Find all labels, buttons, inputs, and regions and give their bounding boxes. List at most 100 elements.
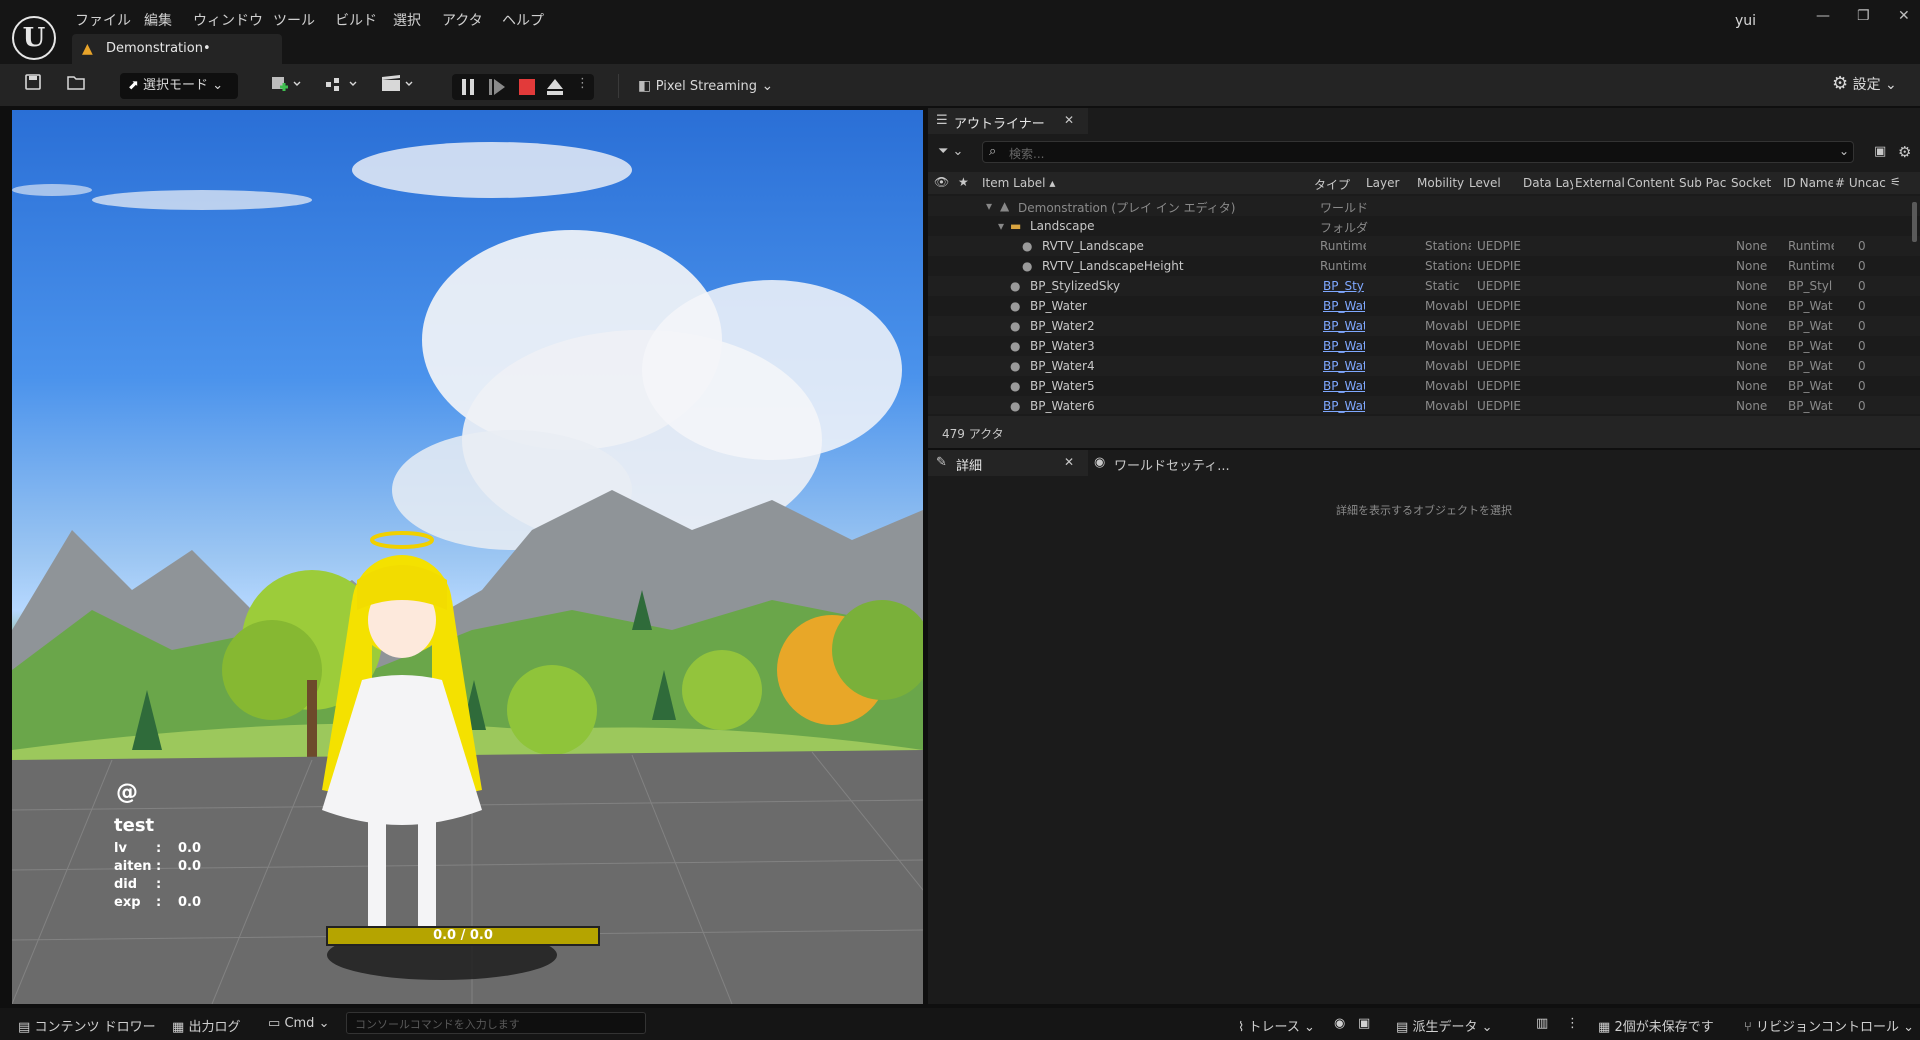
close-icon[interactable]: ✕ bbox=[1898, 8, 1910, 24]
row-type-link[interactable]: BP_Wat bbox=[1323, 379, 1365, 393]
chevron-down-icon: ⌄ bbox=[1885, 77, 1897, 93]
outliner-row[interactable]: ▾ ▲ Demonstration (プレイ イン エディタ) ワールド bbox=[928, 196, 1920, 216]
row-id-name: BP_Wat bbox=[1788, 299, 1833, 313]
status-bar: ▤ コンテンツ ドロワー ▦ 出力ログ ▭ Cmd ⌄ コンソールコマンドを入力… bbox=[0, 1008, 1920, 1040]
row-mobility: Stationa bbox=[1425, 239, 1471, 253]
unreal-logo-icon[interactable]: U bbox=[12, 16, 56, 60]
content-browser-icon[interactable] bbox=[66, 73, 86, 99]
column-layer[interactable]: Layer bbox=[1366, 176, 1399, 190]
menu-edit[interactable]: 編集 bbox=[144, 10, 172, 30]
step-frame-icon[interactable] bbox=[488, 78, 506, 100]
eject-icon[interactable] bbox=[546, 78, 564, 100]
screenshot-icon[interactable]: ▣ bbox=[1358, 1016, 1370, 1031]
add-folder-icon[interactable]: ▣ bbox=[1874, 144, 1886, 159]
row-type-link[interactable]: BP_Sty bbox=[1323, 279, 1365, 293]
column-data-layer[interactable]: Data Lay bbox=[1523, 176, 1573, 190]
outliner-row[interactable]: ● BP_Water3 BP_Wat Movabl UEDPIE None BP… bbox=[928, 336, 1920, 356]
stop-icon[interactable] bbox=[518, 78, 536, 100]
unsaved-button[interactable]: ▦ 2個が未保存です bbox=[1598, 1016, 1714, 1035]
stats-icon[interactable]: ▥ bbox=[1536, 1016, 1548, 1031]
cmd-selector[interactable]: ▭ Cmd ⌄ bbox=[268, 1016, 329, 1031]
menu-select[interactable]: 選択 bbox=[393, 10, 421, 30]
content-drawer-button[interactable]: ▤ コンテンツ ドロワー bbox=[18, 1016, 156, 1035]
column-sub-package[interactable]: Sub Pac bbox=[1679, 176, 1729, 190]
outliner-row[interactable]: ● BP_Water4 BP_Wat Movabl UEDPIE None BP… bbox=[928, 356, 1920, 376]
save-icon[interactable] bbox=[24, 73, 42, 99]
column-type[interactable]: タイプ bbox=[1314, 176, 1350, 193]
level-viewport[interactable]: @ test lv:0.0 aiten:0.0 did: exp:0.0 0.0… bbox=[12, 110, 923, 1004]
mode-select-button[interactable]: ⬈ 選択モード ⌄ bbox=[120, 73, 238, 99]
revision-control-button[interactable]: ⑂ リビジョンコントロール ⌄ bbox=[1744, 1016, 1914, 1035]
row-socket: None bbox=[1736, 359, 1768, 373]
add-actor-button[interactable] bbox=[270, 73, 302, 99]
folder-icon: ▬ bbox=[1010, 219, 1022, 233]
column-item-label[interactable]: Item Label ▴ bbox=[982, 176, 1055, 190]
outliner-row[interactable]: ● BP_Water6 BP_Wat Movabl UEDPIE None BP… bbox=[928, 396, 1920, 414]
outliner-row[interactable]: ● RVTV_LandscapeHeight Runtime Stationa … bbox=[928, 256, 1920, 276]
record-icon[interactable]: ◉ bbox=[1334, 1016, 1345, 1031]
row-label: BP_Water4 bbox=[1030, 359, 1095, 373]
outliner-scrollbar[interactable] bbox=[1912, 202, 1917, 242]
more-options-icon[interactable]: ⋮ bbox=[1566, 1016, 1579, 1031]
search-icon: ⌕ bbox=[989, 144, 997, 159]
column-external[interactable]: External bbox=[1575, 176, 1625, 190]
row-type-link[interactable]: BP_Wat bbox=[1323, 299, 1365, 313]
trace-label: トレース bbox=[1248, 1020, 1300, 1035]
column-content[interactable]: Content bbox=[1627, 176, 1677, 190]
outliner-row[interactable]: ● RVTV_Landscape Runtime Stationa UEDPIE… bbox=[928, 236, 1920, 256]
pause-icon[interactable] bbox=[460, 78, 476, 100]
chevron-down-icon: ⌄ bbox=[761, 78, 774, 94]
filter-icon[interactable]: ⏷ ⌄ bbox=[938, 144, 963, 159]
row-uncached: 0 bbox=[1858, 399, 1866, 413]
close-icon[interactable]: ✕ bbox=[1064, 455, 1074, 469]
column-id-name[interactable]: ID Name bbox=[1783, 176, 1833, 190]
outliner-search-input[interactable]: ⌕ 検索... ⌄ bbox=[982, 141, 1854, 163]
close-icon[interactable]: ✕ bbox=[1064, 113, 1074, 127]
gear-icon[interactable]: ⚙ bbox=[1898, 143, 1911, 161]
unsaved-label: 2個が未保存です bbox=[1614, 1020, 1714, 1035]
menu-file[interactable]: ファイル bbox=[75, 10, 131, 30]
more-options-icon[interactable]: ⋮ bbox=[576, 76, 589, 91]
trace-button[interactable]: ⌇ トレース ⌄ bbox=[1238, 1016, 1315, 1035]
menu-build[interactable]: ビルド bbox=[335, 10, 377, 30]
collapse-icon[interactable]: ▾ bbox=[986, 199, 992, 213]
column-settings-icon[interactable]: ⚟ bbox=[1890, 175, 1901, 189]
row-id-name: BP_Styl bbox=[1788, 279, 1833, 293]
menu-actor[interactable]: アクタ bbox=[442, 10, 483, 30]
derived-data-button[interactable]: ▤ 派生データ ⌄ bbox=[1396, 1016, 1493, 1035]
output-log-button[interactable]: ▦ 出力ログ bbox=[172, 1016, 240, 1035]
document-tab[interactable]: ▲ Demonstration• bbox=[72, 34, 282, 64]
chevron-down-icon: ⌄ bbox=[1839, 144, 1850, 158]
pixel-streaming-button[interactable]: ◧ Pixel Streaming ⌄ bbox=[638, 73, 773, 99]
menu-help[interactable]: ヘルプ bbox=[502, 10, 544, 30]
column-mobility[interactable]: Mobility bbox=[1417, 176, 1464, 190]
blueprint-button[interactable] bbox=[324, 73, 360, 99]
outliner-row[interactable]: ● BP_Water5 BP_Wat Movabl UEDPIE None BP… bbox=[928, 376, 1920, 396]
row-type-link[interactable]: BP_Wat bbox=[1323, 399, 1365, 413]
column-uncached[interactable]: # Uncac bbox=[1835, 176, 1887, 190]
tab-details[interactable]: ✎ 詳細 ✕ bbox=[928, 450, 1088, 476]
menu-window[interactable]: ウィンドウ bbox=[193, 10, 263, 30]
outliner-footer: 479 アクタ bbox=[928, 416, 1920, 448]
column-socket[interactable]: Socket bbox=[1731, 176, 1781, 190]
star-icon[interactable]: ★ bbox=[958, 175, 969, 189]
minimize-icon[interactable]: — bbox=[1816, 8, 1830, 24]
eye-icon[interactable]: 👁 bbox=[934, 175, 949, 189]
row-mobility: Movabl bbox=[1425, 379, 1469, 393]
outliner-row[interactable]: ● BP_Water2 BP_Wat Movabl UEDPIE None BP… bbox=[928, 316, 1920, 336]
cinematics-button[interactable] bbox=[380, 73, 416, 99]
settings-button[interactable]: ⚙ 設定 ⌄ bbox=[1832, 73, 1897, 94]
outliner-row[interactable]: ● BP_StylizedSky BP_Sty Static UEDPIE No… bbox=[928, 276, 1920, 296]
row-type-link[interactable]: BP_Wat bbox=[1323, 339, 1365, 353]
menu-tools[interactable]: ツール bbox=[273, 10, 315, 30]
column-level[interactable]: Level bbox=[1469, 176, 1501, 190]
console-input[interactable]: コンソールコマンドを入力します bbox=[346, 1012, 646, 1034]
outliner-row[interactable]: ● BP_Water BP_Wat Movabl UEDPIE None BP_… bbox=[928, 296, 1920, 316]
row-type-link[interactable]: BP_Wat bbox=[1323, 319, 1365, 333]
tab-world-settings[interactable]: ◉ ワールドセッティ... bbox=[1094, 450, 1234, 476]
row-type-link[interactable]: BP_Wat bbox=[1323, 359, 1365, 373]
restore-icon[interactable]: ❐ bbox=[1857, 8, 1870, 24]
tab-outliner[interactable]: ☰ アウトライナー ✕ bbox=[928, 108, 1088, 134]
collapse-icon[interactable]: ▾ bbox=[998, 219, 1004, 233]
outliner-row[interactable]: ▾ ▬ Landscape フォルダ bbox=[928, 216, 1920, 236]
